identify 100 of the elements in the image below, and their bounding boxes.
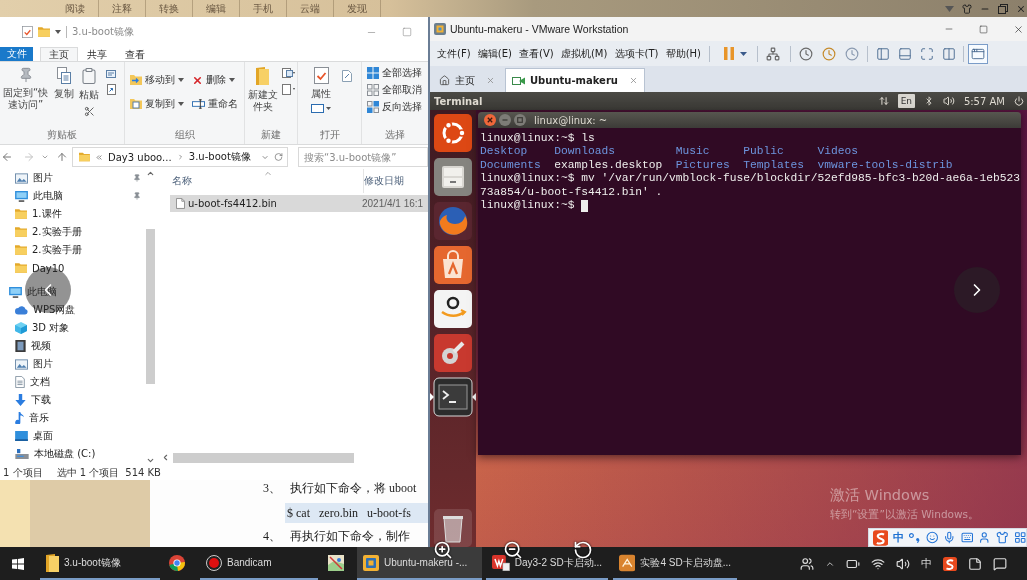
nav-item[interactable]: 桌面 — [0, 427, 145, 445]
network-arrows-icon[interactable] — [878, 96, 889, 106]
tab[interactable]: Ubuntu-makeru — [505, 68, 645, 92]
breadcrumb[interactable]: 3.u-boot镜像 — [188, 150, 251, 164]
ribbon-tab[interactable]: 共享 — [78, 47, 116, 61]
nav-item[interactable]: 文档 — [0, 373, 145, 391]
move-to-button[interactable]: 移动到 — [130, 73, 184, 87]
taskbar-button[interactable]: Bandicam — [200, 547, 318, 580]
scrollbar-thumb[interactable] — [146, 229, 155, 384]
restore-icon[interactable] — [998, 3, 1008, 14]
zoom-in-icon[interactable] — [433, 540, 453, 560]
menu-item[interactable]: 选项卡(T) — [614, 46, 659, 61]
menu-item[interactable]: 编辑(E) — [477, 46, 512, 61]
column-header[interactable]: 修改日期 — [364, 169, 412, 193]
menu-item[interactable]: 帮助(H) — [665, 46, 701, 61]
scroll-left-icon[interactable] — [161, 453, 170, 462]
column-header[interactable]: 名称 — [172, 169, 364, 193]
properties-button[interactable]: 属性 — [309, 64, 333, 100]
shirt-icon[interactable] — [996, 531, 1009, 544]
nav-item[interactable]: 音乐 — [0, 409, 145, 427]
note-icon[interactable] — [968, 556, 982, 571]
window-caret-icon[interactable] — [311, 104, 331, 113]
rename-button[interactable]: 重命名 — [192, 97, 238, 111]
punctuation-icon[interactable] — [909, 532, 921, 543]
shirt-icon[interactable] — [962, 3, 972, 14]
nav-item[interactable]: 1.课件 — [0, 205, 145, 223]
notification-icon[interactable] — [993, 556, 1007, 571]
breadcrumb[interactable]: Day3 uboo... — [108, 151, 172, 163]
terminal-icon[interactable] — [430, 376, 476, 418]
taskbar-button[interactable]: 3.u-boot镜像 — [40, 547, 160, 580]
address-bar[interactable]: Day3 uboo... 3.u-boot镜像 — [72, 147, 288, 167]
maximize-icon[interactable] — [979, 24, 988, 34]
bluetooth-icon[interactable] — [923, 96, 934, 106]
scissors-icon[interactable] — [83, 106, 95, 117]
ribbon-tab[interactable]: 主页 — [40, 47, 78, 61]
close-icon[interactable] — [1013, 23, 1024, 35]
volume-icon[interactable] — [896, 556, 910, 571]
taskbar-button[interactable]: Ubuntu-makeru -... — [357, 547, 482, 580]
people-icon[interactable] — [800, 556, 814, 571]
clock-icon[interactable] — [799, 46, 813, 61]
volume-icon[interactable] — [942, 95, 955, 107]
taskbar-button[interactable]: Day3-2 SD卡启动... — [486, 547, 608, 580]
pin-icon[interactable] — [133, 174, 141, 182]
nav-item[interactable]: 下载 — [0, 391, 145, 409]
ribbon-tab[interactable]: 查看 — [116, 47, 154, 61]
ime-mode[interactable]: 中 — [893, 530, 905, 545]
double-chevron-icon[interactable] — [94, 152, 103, 162]
document-slash-icon[interactable] — [342, 70, 352, 82]
nav-item[interactable]: 图片 — [0, 355, 145, 373]
keyboard-icon[interactable] — [960, 531, 974, 544]
pin-icon[interactable] — [133, 192, 141, 200]
nav-item[interactable]: 此电脑 — [0, 283, 145, 301]
input-method-logo-icon[interactable] — [873, 529, 889, 546]
search-field[interactable]: 搜索“3.u-boot镜像” — [298, 147, 428, 167]
close-icon[interactable] — [484, 114, 496, 126]
input-language[interactable]: 中 — [921, 556, 932, 571]
caret-icon[interactable] — [55, 30, 61, 34]
checked-document-icon[interactable] — [22, 26, 33, 38]
copy-to-button[interactable]: 复制到 — [130, 97, 184, 111]
nav-item[interactable]: 此电脑 — [0, 187, 145, 205]
nav-item[interactable]: 视频 — [0, 337, 145, 355]
file-entry[interactable]: u-boot-fs4412.bin — [170, 195, 362, 212]
nav-item[interactable]: WPS网盘 — [0, 301, 145, 319]
document-square-icon[interactable] — [282, 68, 295, 78]
network-icon[interactable] — [766, 46, 780, 61]
maximize-icon[interactable] — [514, 114, 526, 126]
power-icon[interactable] — [1014, 96, 1024, 106]
grid-icon[interactable] — [1013, 531, 1027, 544]
back-arrow-icon[interactable] — [1, 151, 13, 163]
zoom-out-icon[interactable] — [503, 540, 523, 560]
person-icon[interactable] — [978, 531, 991, 544]
scroll-down-icon[interactable] — [146, 456, 155, 465]
scroll-up-icon[interactable] — [146, 169, 155, 178]
nav-item[interactable]: Day10 — [0, 259, 145, 277]
nav-item[interactable]: 本地磁盘 (C:) — [0, 445, 145, 463]
invert-selection-button[interactable]: 反向选择 — [367, 100, 422, 114]
close-tab-icon[interactable] — [628, 76, 638, 85]
close-icon[interactable] — [1016, 3, 1026, 14]
trash-icon[interactable] — [434, 509, 472, 547]
minimize-icon[interactable] — [499, 114, 511, 126]
file-menu-tab[interactable]: 文件 — [0, 47, 33, 61]
nav-item[interactable]: 2.实验手册 — [0, 241, 145, 259]
new-folder-button[interactable]: 新建文件夹 — [247, 64, 278, 113]
up-arrow-icon[interactable] — [56, 151, 68, 163]
select-all-button[interactable]: 全部选择 — [367, 66, 422, 80]
copy-button[interactable]: 复制 — [53, 64, 75, 100]
chevron-down-icon[interactable] — [41, 153, 49, 161]
nav-item[interactable]: 2.实验手册 — [0, 223, 145, 241]
clock-icon[interactable] — [845, 46, 859, 61]
keyboard-layout-indicator[interactable]: En — [897, 94, 915, 108]
pin-to-quick-access-button[interactable]: 固定到“快速访问” — [0, 64, 51, 111]
delete-button[interactable]: 删除 — [192, 73, 235, 87]
menu-item[interactable]: 虚拟机(M) — [560, 46, 608, 61]
smiley-icon[interactable] — [925, 531, 939, 544]
view-toggle-button[interactable] — [968, 43, 988, 64]
tab[interactable]: 主页 — [432, 68, 502, 92]
menu-item[interactable]: 文件(F) — [437, 46, 471, 61]
nav-item[interactable]: 3D 对象 — [0, 319, 145, 337]
select-none-button[interactable]: 全部取消 — [367, 83, 422, 97]
clock-icon[interactable] — [822, 46, 836, 61]
